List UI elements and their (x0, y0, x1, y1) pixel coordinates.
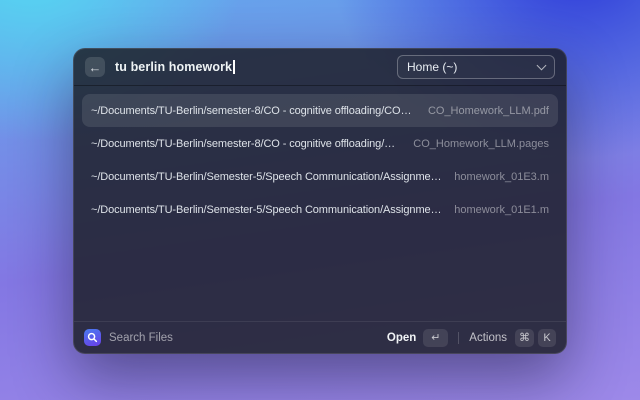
empty-results-area (74, 226, 566, 321)
open-action-label: Open (386, 331, 417, 344)
results-list: ~/Documents/TU-Berlin/semester-8/CO - co… (74, 86, 566, 226)
actions-menu-button[interactable]: Actions ⌘ K (469, 328, 556, 347)
chevron-down-icon (536, 60, 547, 71)
actions-label: Actions (469, 331, 507, 344)
result-filename: CO_Homework_LLM.pdf (427, 104, 549, 117)
search-header: ← tu berlin homework Home (~) (74, 49, 566, 85)
result-row-1[interactable]: ~/Documents/TU-Berlin/semester-8/CO - co… (82, 94, 558, 127)
magnifier-glyph (87, 332, 98, 343)
result-filename: CO_Homework_LLM.pages (413, 137, 549, 150)
text-caret (233, 60, 235, 74)
footer-divider (458, 331, 460, 344)
action-bar: Search Files Open ↵ Actions ⌘ K (74, 321, 566, 353)
back-button[interactable]: ← (85, 57, 105, 77)
result-row-4[interactable]: ~/Documents/TU-Berlin/Semester-5/Speech … (82, 193, 558, 226)
result-path: ~/Documents/TU-Berlin/semester-8/CO - co… (91, 137, 402, 150)
command-title: Search Files (109, 331, 173, 344)
result-row-3[interactable]: ~/Documents/TU-Berlin/Semester-5/Speech … (82, 160, 558, 193)
result-path: ~/Documents/TU-Berlin/Semester-5/Speech … (91, 170, 443, 183)
open-action-button[interactable]: Open ↵ (386, 328, 449, 347)
back-arrow-icon: ← (88, 59, 102, 75)
result-filename: homework_01E3.m (454, 170, 549, 183)
result-path: ~/Documents/TU-Berlin/Semester-5/Speech … (91, 203, 443, 216)
search-query-text: tu berlin homework (115, 60, 233, 74)
scope-dropdown-label: Home (~) (407, 60, 458, 74)
desktop-background: ← tu berlin homework Home (~) ~/Document… (0, 0, 640, 400)
result-filename: homework_01E1.m (454, 203, 549, 216)
search-input[interactable]: tu berlin homework (115, 60, 397, 74)
scope-dropdown[interactable]: Home (~) (397, 55, 555, 79)
search-files-app-icon (84, 329, 101, 346)
command-key-badge: ⌘ (515, 328, 534, 347)
result-row-2[interactable]: ~/Documents/TU-Berlin/semester-8/CO - co… (82, 127, 558, 160)
launcher-window: ← tu berlin homework Home (~) ~/Document… (73, 48, 567, 354)
enter-key-badge: ↵ (423, 328, 449, 347)
result-path: ~/Documents/TU-Berlin/semester-8/CO - co… (91, 104, 416, 117)
k-key-badge: K (538, 328, 556, 347)
